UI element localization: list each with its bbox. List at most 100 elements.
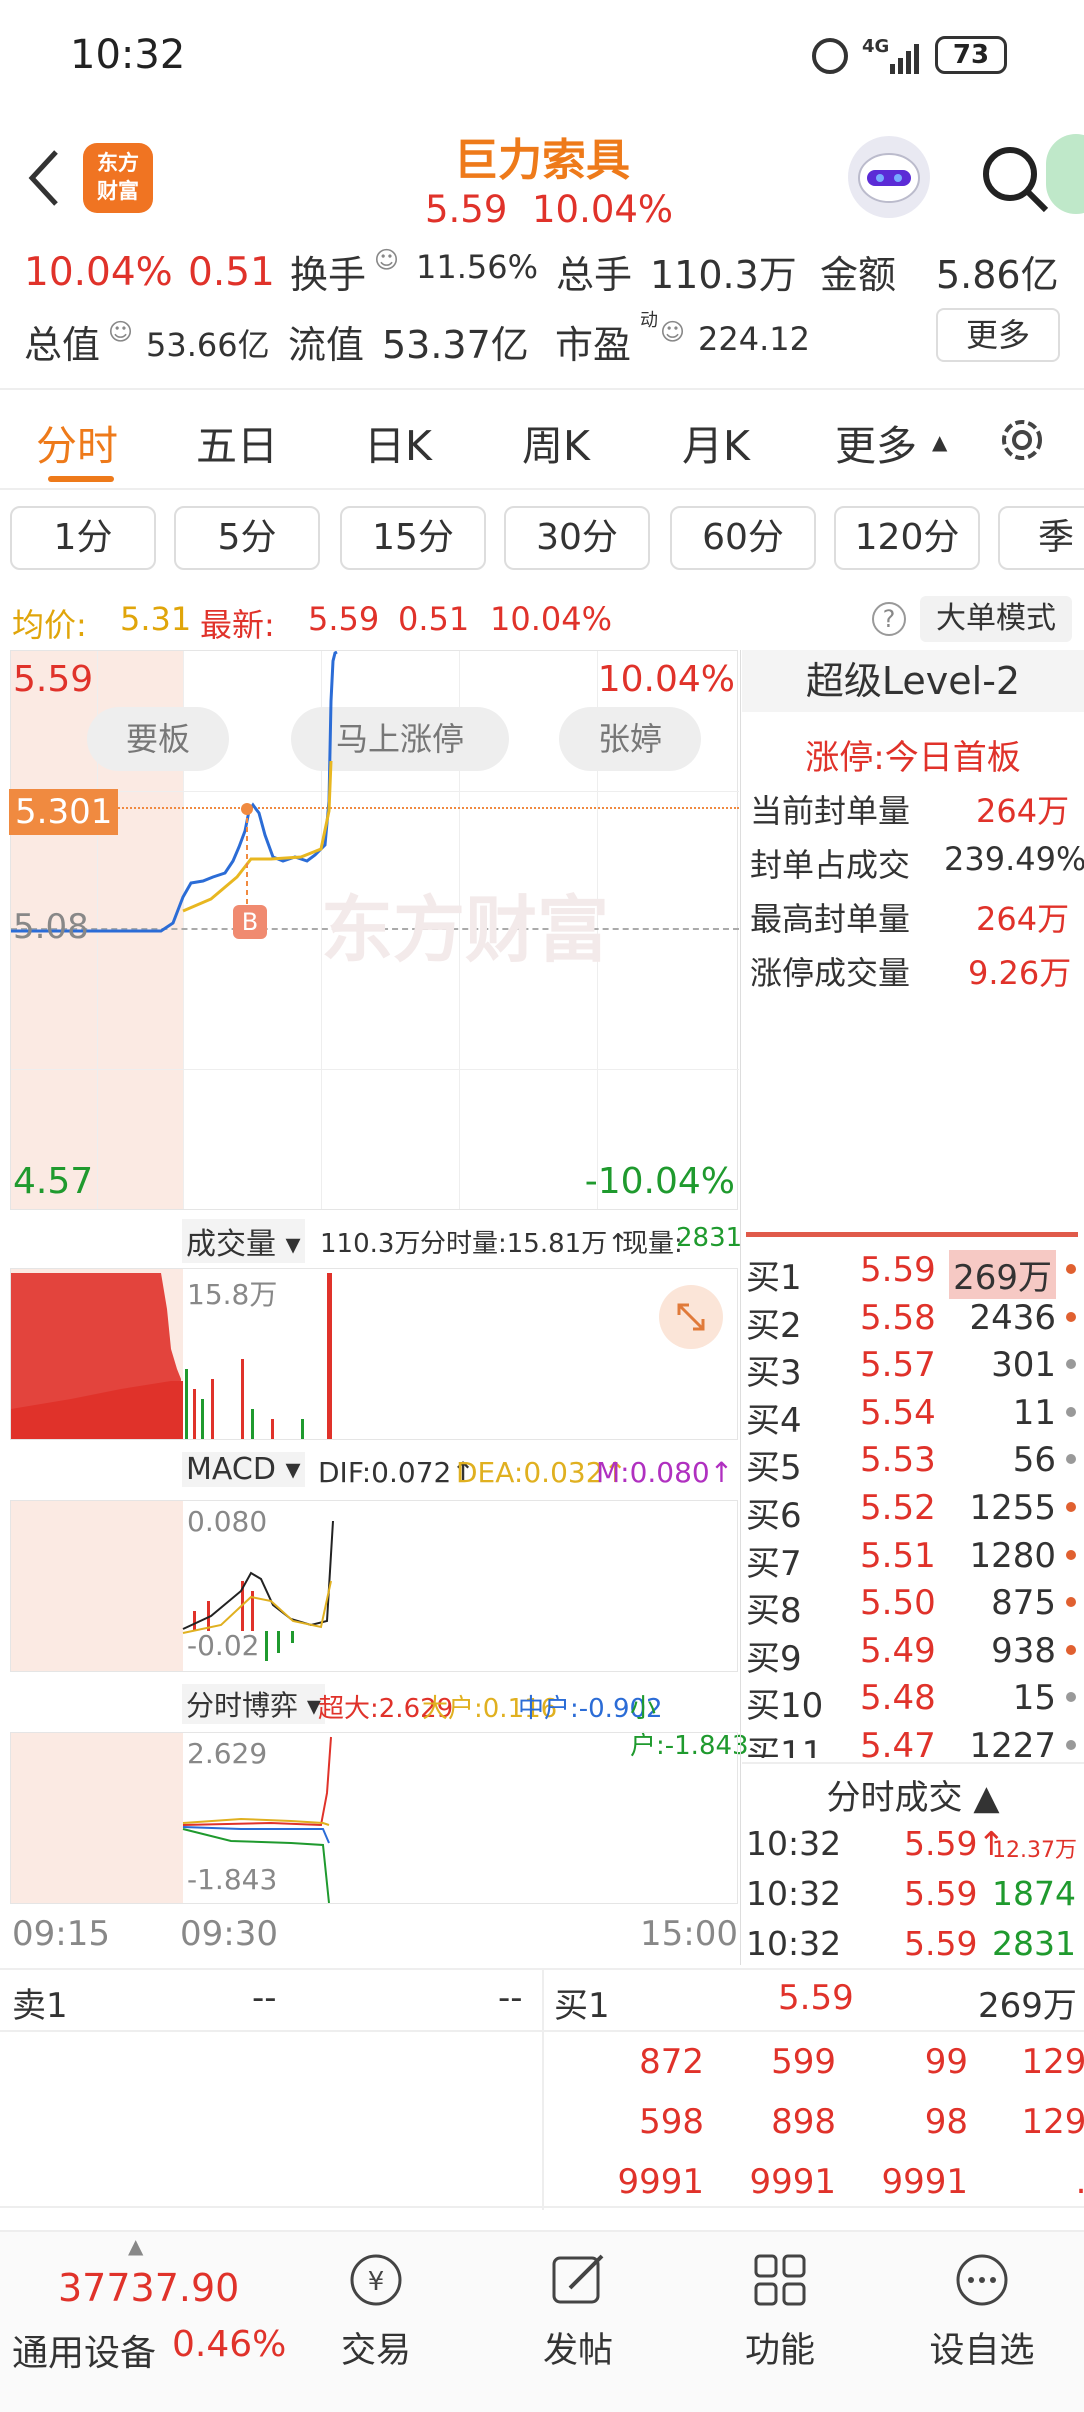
- panel-divider: [740, 650, 741, 1965]
- orderbook-row: 买2 5.58 2436: [742, 1298, 1080, 1346]
- float-value: 53.37亿: [382, 323, 529, 367]
- status-dot: [1066, 1311, 1076, 1322]
- avg-value: 5.31: [120, 600, 192, 638]
- quote-pct: 10.04%: [24, 250, 173, 295]
- help-icon[interactable]: ?: [872, 602, 906, 636]
- orderbook-level: 买10: [746, 1686, 824, 1727]
- period-season[interactable]: 季: [998, 506, 1084, 570]
- index-name[interactable]: 通用设备: [12, 2324, 156, 2376]
- volume-chart[interactable]: 15.8万: [10, 1268, 738, 1440]
- pct-bottom-label: -10.04%: [584, 1161, 735, 1202]
- index-pct: 0.46%: [172, 2324, 287, 2365]
- network-label: 4G: [862, 36, 890, 57]
- queue-cell: 872: [639, 2042, 704, 2082]
- trades-panel: 分时成交 ▲ 10:32 5.59↑ 12.37万 10:32 5.59 1874 10…: [742, 1762, 1084, 1968]
- game-selector[interactable]: 分时博弈 ▾: [182, 1684, 325, 1724]
- orderbook-price: 5.57: [860, 1345, 936, 1386]
- grid-icon: [754, 2254, 806, 2306]
- quote-panel: 10.04% 0.51 换手 ☺ 11.56% 总手 110.3万 金额 5.8…: [0, 240, 1084, 390]
- macd-selector[interactable]: MACD ▾: [182, 1452, 305, 1487]
- trades-title[interactable]: 分时成交 ▲: [742, 1770, 1084, 1819]
- buy-marker[interactable]: B: [233, 905, 267, 939]
- avg-label: 均价:: [12, 606, 87, 644]
- price-line-svg: [11, 651, 338, 933]
- period-1m[interactable]: 1分: [10, 506, 156, 570]
- caret-up-icon: ▲: [932, 430, 948, 454]
- info-icon: ☺: [660, 318, 686, 346]
- level2-title[interactable]: 超级Level-2: [742, 650, 1084, 712]
- turnover-label: 换手: [290, 253, 367, 297]
- y-ref-label: 5.301: [9, 789, 119, 835]
- signal-icon: [890, 40, 926, 74]
- volume-selector[interactable]: 成交量 ▾: [182, 1219, 305, 1263]
- mcap-label: 总值: [24, 323, 101, 367]
- latest-label: 最新:: [200, 606, 275, 644]
- nav-post[interactable]: 发帖: [518, 2250, 638, 2373]
- orderbook-price: 5.54: [860, 1392, 936, 1433]
- orderbook-price: 5.53: [860, 1440, 936, 1481]
- tab-weekk[interactable]: 周K: [522, 412, 590, 472]
- queue-cell: 599: [771, 2042, 836, 2082]
- time-close: 15:00: [640, 1914, 738, 1954]
- orderbook-level: 买2: [746, 1305, 802, 1346]
- nav-function[interactable]: 功能: [720, 2250, 840, 2373]
- big-order-mode-button[interactable]: 大单模式: [920, 596, 1072, 642]
- status-dot: [1066, 1644, 1076, 1655]
- more-button[interactable]: 更多: [936, 308, 1060, 362]
- order-queue: 卖1 -- -- 买1 5.59 269万 872 599 99 1299 598 898…: [0, 1968, 1084, 2210]
- status-dot: [1066, 1264, 1076, 1274]
- svg-text:¥: ¥: [368, 2267, 385, 2297]
- orderbook-level: 买7: [746, 1543, 802, 1584]
- orderbook-price: 5.49: [860, 1630, 936, 1671]
- tab-indicator: [48, 476, 114, 482]
- volume-header: 成交量 ▾ 110.3万 分时量:15.81万↑ 现量: 2831: [180, 1215, 742, 1265]
- index-value[interactable]: 37737.90: [58, 2266, 239, 2310]
- robot-avatar-icon[interactable]: [848, 136, 930, 218]
- period-120m[interactable]: 120分: [834, 506, 980, 570]
- gear-icon[interactable]: [994, 412, 1050, 468]
- tab-more[interactable]: 更多: [835, 412, 917, 472]
- now-vol-label: 现量:: [622, 1229, 683, 1259]
- pe-sup: 动: [640, 310, 658, 331]
- info-icon: ☺: [108, 318, 134, 346]
- macd-dif: DIF:0.072↑: [318, 1456, 475, 1489]
- y-mid-label: 5.08: [13, 907, 89, 947]
- chat-bubble-icon[interactable]: [1046, 134, 1084, 214]
- orderbook-row: 买3 5.57 301: [742, 1345, 1080, 1393]
- tab-5day[interactable]: 五日: [196, 412, 278, 472]
- stock-header: 东方 财富 巨力索具 5.59 10.04%: [0, 110, 1084, 240]
- orderbook-row: 买1 5.59 269万: [742, 1250, 1080, 1299]
- header-change: 10.04%: [532, 188, 674, 231]
- orderbook-level: 买5: [746, 1448, 802, 1489]
- game-top: 2.629: [187, 1737, 268, 1770]
- queue-grid: 872 599 99 1299 598 898 98 1298 9991 9991 9991...: [544, 2036, 1084, 2210]
- orderbook-divider: [746, 1232, 1078, 1237]
- status-dot: [1066, 1549, 1076, 1560]
- tab-dayk[interactable]: 日K: [364, 412, 432, 472]
- orderbook-row: 买4 5.54 11: [742, 1392, 1080, 1441]
- period-15m[interactable]: 15分: [340, 506, 486, 570]
- queue-cell: 9991: [881, 2162, 968, 2202]
- pe-label: 市盈: [555, 323, 632, 367]
- orderbook-volume: 938: [991, 1630, 1056, 1671]
- nav-add-watchlist[interactable]: 设自选: [922, 2250, 1042, 2373]
- pct-top-label: 10.04%: [597, 659, 735, 700]
- volume-label: 总手: [556, 253, 633, 297]
- period-60m[interactable]: 60分: [670, 506, 816, 570]
- game-chart[interactable]: 2.629 -1.843: [10, 1732, 738, 1904]
- trade-row: 10:32 5.59 1874: [746, 1874, 1076, 1913]
- orderbook-volume: 269万: [949, 1250, 1056, 1299]
- status-dot: [1066, 1502, 1076, 1512]
- period-30m[interactable]: 30分: [504, 506, 650, 570]
- orderbook[interactable]: 买1 5.59 269万 买2 5.58 2436 买3 5.57 301 买4 5.54 11 买5 5…: [742, 1250, 1084, 1758]
- tab-fenshi[interactable]: 分时: [36, 412, 118, 472]
- expand-icon[interactable]: [659, 1285, 723, 1349]
- tab-monthk[interactable]: 月K: [682, 412, 750, 472]
- macd-chart[interactable]: 0.080 -0.02: [10, 1500, 738, 1672]
- nav-trade[interactable]: ¥ 交易: [316, 2250, 436, 2373]
- queue-cell: 9991: [749, 2162, 836, 2202]
- search-icon[interactable]: [980, 144, 1050, 214]
- bottom-nav: ▲ 37737.90 通用设备 0.46% ¥ 交易 发帖 功能 设自选: [0, 2230, 1084, 2412]
- intraday-price-chart[interactable]: 东方财富 要板 马上涨停 张婷 B 5.59 5.301 5.08 4.57 1…: [9, 650, 739, 1210]
- period-5m[interactable]: 5分: [174, 506, 320, 570]
